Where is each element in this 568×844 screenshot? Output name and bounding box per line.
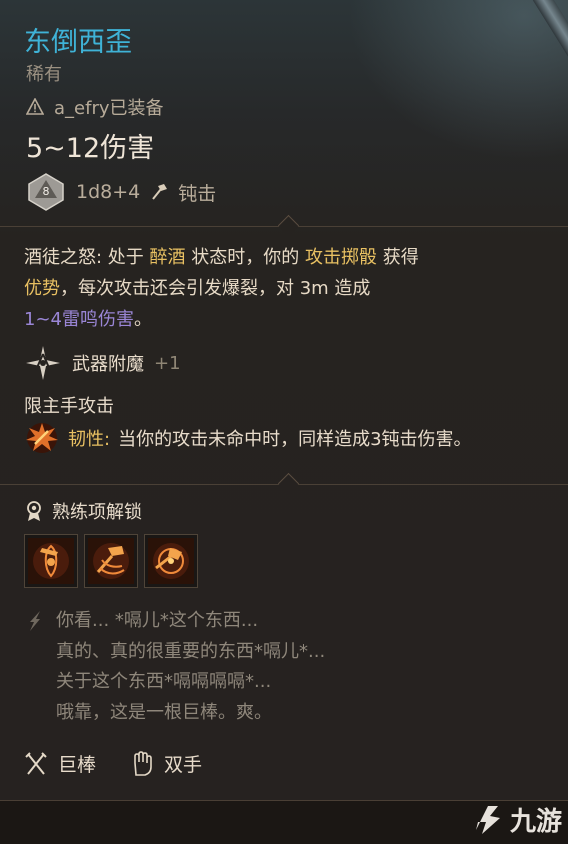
keyword-advantage[interactable]: 优势 — [24, 278, 60, 299]
weapon-properties: 巨棒 双手 — [24, 750, 202, 777]
item-tooltip: 东倒西歪 稀有 a_efry已装备 5~12伤害 8 1d8+4 钝击 酒徒之怒… — [0, 0, 568, 801]
damage-dice-row: 8 1d8+4 钝击 — [26, 172, 216, 212]
bludgeoning-icon — [152, 184, 168, 200]
proficiency-actions — [24, 534, 198, 588]
watermark-text: 九游 — [510, 806, 563, 837]
keyword-attack-roll[interactable]: 攻击掷骰 — [305, 247, 377, 268]
property-two-handed: 双手 — [164, 754, 203, 776]
item-rarity: 稀有 — [26, 64, 62, 85]
passive-text: 。 — [134, 309, 152, 330]
flavor-line: 哦靠，这是一根巨棒。爽。 — [56, 701, 272, 723]
enchantment-icon — [26, 346, 60, 380]
weapon-enchantment: 武器附魔 +1 — [24, 344, 181, 382]
keyword-drunk[interactable]: 醉酒 — [150, 247, 186, 268]
divider-notch — [277, 214, 300, 237]
dice-formula: 1d8+4 — [76, 181, 141, 203]
die-face-label: 8 — [43, 185, 50, 198]
toughness-text: 当你的攻击未命中时，同样造成3钝击伤害。 — [118, 429, 472, 450]
flavor-line: 关于这个东西*嗝嗝嗝嗝*... — [56, 671, 272, 692]
thunder-damage: 1~4雷鸣伤害 — [24, 309, 134, 330]
flavor-text: 你看... *嗝儿*这个东西... 真的、真的很重要的东西*嗝儿*... 关于这… — [56, 606, 516, 728]
weakening-strike-icon — [88, 538, 134, 584]
proficiency-label: 熟练项解锁 — [52, 502, 142, 523]
damage-range: 5~12伤害 — [26, 133, 155, 164]
two-handed-icon — [134, 750, 152, 776]
weakening-strike-button[interactable] — [84, 534, 138, 588]
divider-notch — [277, 472, 300, 495]
warning-icon — [26, 98, 44, 115]
toughness-icon — [26, 423, 58, 453]
item-name: 东倒西歪 — [24, 27, 132, 58]
proficiency-medal-icon — [27, 501, 41, 521]
concussive-smash-button[interactable] — [144, 534, 198, 588]
passive-text: 获得 — [376, 247, 419, 268]
passive-name: 酒徒之怒: — [24, 247, 103, 268]
quill-icon — [30, 611, 40, 631]
flavor-line: 真的、真的很重要的东西*嗝儿*... — [56, 640, 326, 662]
nine-game-logo-icon — [476, 806, 500, 834]
passive-text: 状态时，你的 — [185, 247, 305, 268]
site-watermark: 九游 — [468, 800, 562, 838]
proficiency-header: 熟练项解锁 — [24, 498, 142, 524]
enchantment-label: 武器附魔 — [72, 354, 144, 375]
property-greatclub: 巨棒 — [58, 754, 97, 776]
passive-description: 酒徒之怒: 处于 醉酒 状态时，你的 攻击掷骰 获得优势，每次攻击还会引发爆裂，… — [24, 242, 544, 335]
d8-die-icon: 8 — [28, 173, 64, 211]
crossed-weapons-icon — [25, 751, 47, 775]
passive-text: 处于 — [102, 247, 150, 268]
topple-action-button[interactable] — [24, 534, 78, 588]
topple-action-icon — [28, 538, 74, 584]
damage-type: 钝击 — [178, 182, 217, 205]
enchantment-value: +1 — [154, 352, 181, 374]
toughness-label[interactable]: 韧性: — [68, 425, 110, 451]
equipped-by-label: a_efry已装备 — [54, 98, 164, 119]
equipped-status: a_efry已装备 — [26, 94, 164, 120]
concussive-smash-icon — [148, 538, 194, 584]
toughness-passive: 韧性: 当你的攻击未命中时，同样造成3钝击伤害。 — [24, 420, 472, 456]
main-hand-only: 限主手攻击 — [24, 396, 114, 417]
header-glow — [348, 0, 568, 160]
flavor-line: 你看... *嗝儿*这个东西... — [56, 610, 259, 631]
passive-text: ，每次攻击还会引发爆裂，对 3m 造成 — [60, 278, 371, 299]
